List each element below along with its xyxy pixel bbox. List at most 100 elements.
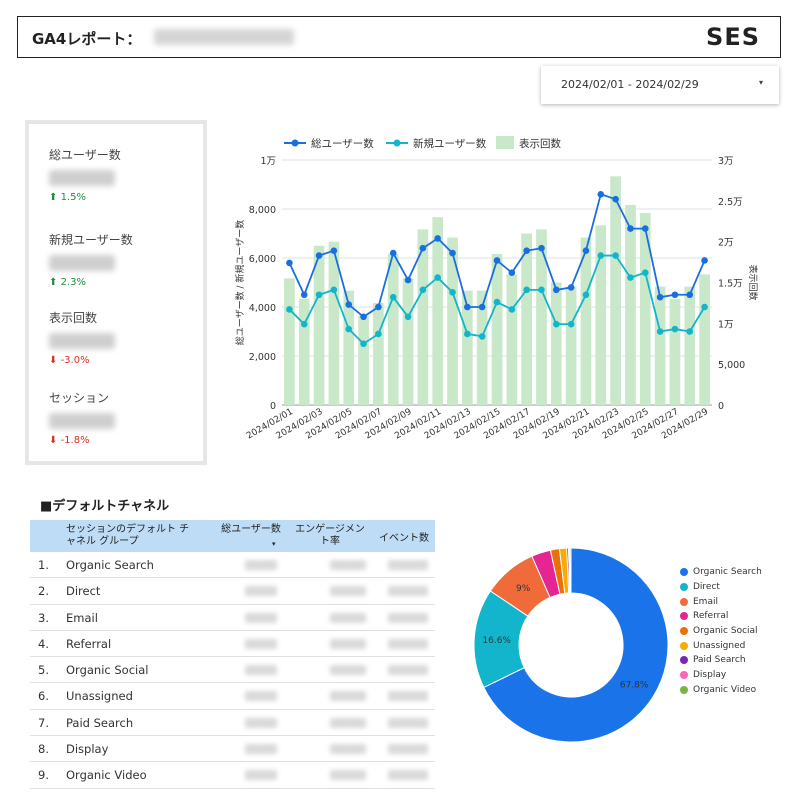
- pageviews-bar: [358, 315, 369, 405]
- legend-label: 表示回数: [519, 137, 561, 150]
- legend-item: Direct: [680, 580, 762, 595]
- legend-color-dot: [680, 671, 688, 680]
- new-users-point: [404, 313, 412, 321]
- y-tick-label: 8,000: [249, 205, 276, 216]
- new-users-point: [419, 286, 427, 294]
- total-users-point: [478, 303, 486, 311]
- metric-label: セッション: [49, 391, 110, 405]
- new-users-point: [464, 330, 471, 338]
- table-row[interactable]: 8. Display: [30, 736, 435, 763]
- new-users-point: [360, 340, 367, 348]
- new-users-point: [449, 289, 456, 296]
- total-users-point: [686, 291, 694, 299]
- y2-tick-label: 5,000: [718, 360, 745, 371]
- col-header-event-count[interactable]: イベント数: [376, 529, 432, 544]
- redacted-engagement: [330, 691, 366, 702]
- new-users-point: [508, 306, 516, 313]
- total-users-point: [612, 195, 619, 203]
- new-users-point: [345, 325, 353, 333]
- y-tick-label: 0: [270, 401, 276, 412]
- brand-logo: SES: [706, 23, 760, 51]
- pageviews-bar: [373, 302, 384, 405]
- channel-name: Paid Search: [66, 715, 134, 730]
- redacted-users: [245, 770, 277, 781]
- new-users-point: [478, 333, 486, 340]
- row-number: 9.: [38, 768, 49, 783]
- y2-tick-label: 2.5万: [718, 197, 743, 208]
- col-header-engagement-rate[interactable]: エンゲージメント率: [294, 524, 366, 548]
- legend-label: Email: [693, 596, 718, 607]
- pageviews-bar: [580, 237, 592, 405]
- total-users-point: [553, 286, 560, 294]
- new-users-point: [538, 286, 545, 294]
- pageviews-bar: [699, 274, 710, 405]
- slice-label: 16.6%: [482, 636, 511, 646]
- total-users-point: [671, 291, 679, 299]
- channel-name: Unassigned: [66, 689, 133, 704]
- new-users-point: [375, 330, 382, 338]
- total-users-point: [419, 244, 427, 252]
- redacted-users: [245, 665, 277, 676]
- redacted-engagement: [330, 744, 366, 755]
- table-row[interactable]: 7. Paid Search: [30, 710, 435, 737]
- legend-item: Display: [680, 668, 762, 683]
- new-users-point: [641, 269, 649, 276]
- metric-delta: ⬆ 1.5%: [49, 192, 86, 203]
- legend-label: Paid Search: [693, 655, 746, 666]
- new-users-point: [597, 252, 605, 259]
- row-number: 7.: [38, 715, 49, 730]
- table-row[interactable]: 3. Email: [30, 605, 435, 631]
- table-row[interactable]: 2. Direct: [30, 578, 435, 605]
- total-users-point: [701, 257, 708, 264]
- new-users-point: [701, 303, 708, 311]
- total-users-point: [538, 244, 545, 252]
- report-header: GA4レポート： SES: [17, 16, 781, 58]
- table-row[interactable]: 6. Unassigned: [30, 683, 435, 710]
- new-users-point: [389, 293, 397, 301]
- legend-item: Unassigned: [680, 638, 762, 653]
- y2-tick-label: 0: [718, 401, 724, 412]
- row-number: 8.: [38, 742, 49, 757]
- col-header-channel[interactable]: セッションのデフォルト チャネル グループ: [66, 524, 196, 548]
- redacted-engagement: [330, 665, 366, 676]
- total-users-point: [449, 249, 456, 257]
- legend-color-dot: [680, 597, 688, 606]
- metric-delta: ⬇ -1.8%: [49, 435, 90, 446]
- channel-name: Direct: [66, 584, 101, 599]
- channel-name: Organic Search: [66, 558, 154, 572]
- table-row[interactable]: 4. Referral: [30, 631, 435, 658]
- y-tick-label: 1万: [260, 156, 276, 167]
- total-users-point: [434, 235, 441, 242]
- row-number: 4.: [38, 636, 49, 651]
- new-users-point: [612, 252, 619, 259]
- legend-marker: [291, 139, 299, 147]
- total-users-point: [464, 303, 471, 311]
- legend-label: Organic Search: [693, 567, 762, 578]
- new-users-point: [627, 274, 634, 281]
- metric-total-users: 総ユーザー数 ⬆ 1.5%: [49, 146, 121, 203]
- pageviews-bar: [536, 229, 547, 405]
- redacted-events: [388, 586, 428, 597]
- col-header-total-users[interactable]: 総ユーザー数: [220, 524, 282, 536]
- legend-color-dot: [680, 627, 688, 636]
- channel-name: Organic Social: [66, 663, 149, 678]
- row-number: 1.: [38, 558, 49, 572]
- legend-color-dot: [680, 685, 688, 694]
- pageviews-bar: [669, 298, 681, 405]
- redacted-events: [388, 665, 428, 676]
- pageviews-bar: [684, 286, 696, 405]
- date-range-picker[interactable]: 2024/02/01 - 2024/02/29 ▾: [541, 66, 779, 104]
- table-row[interactable]: 5. Organic Social: [30, 657, 435, 684]
- donut-legend: Organic Search Direct Email Referral Organic…: [680, 565, 762, 697]
- table-row[interactable]: 9. Organic Video: [30, 762, 435, 789]
- total-users-point: [508, 269, 516, 276]
- new-users-point: [582, 291, 590, 299]
- table-row[interactable]: 1. Organic Search: [30, 552, 435, 579]
- channel-name: Referral: [66, 636, 112, 651]
- total-users-point: [404, 276, 412, 284]
- total-users-point: [345, 301, 353, 308]
- channel-name: Email: [66, 610, 98, 625]
- redacted-engagement: [330, 586, 366, 597]
- y2-axis-title: 表示回数: [747, 264, 759, 300]
- y-tick-label: 4,000: [249, 303, 276, 314]
